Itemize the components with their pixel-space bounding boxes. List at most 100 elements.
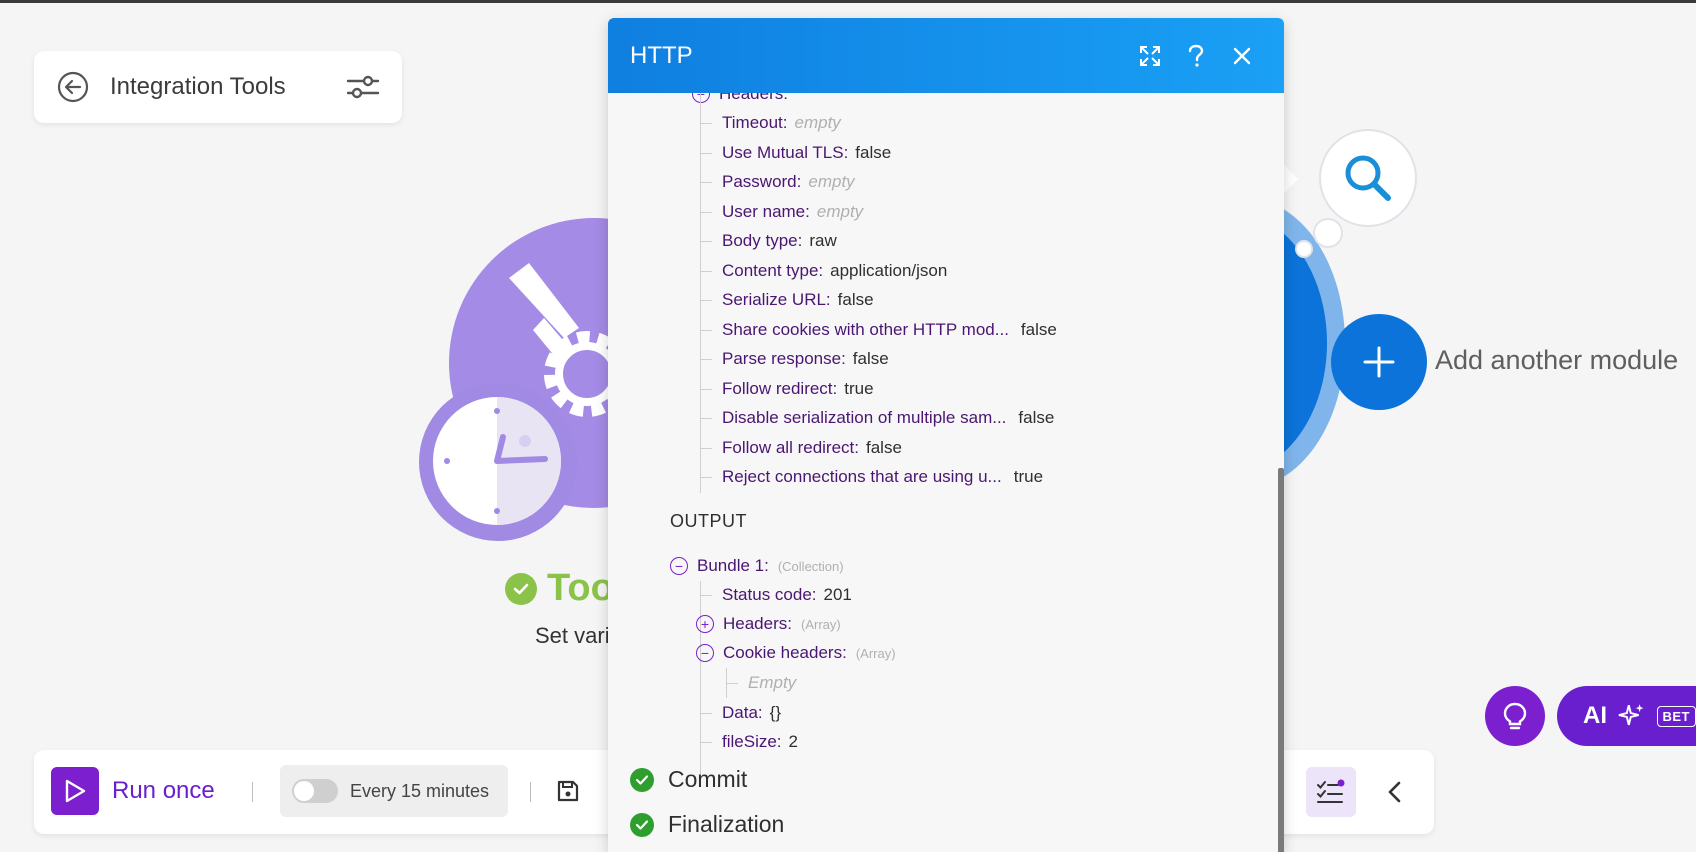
parameter-value: raw bbox=[809, 231, 837, 250]
dialog-scrollbar[interactable] bbox=[1278, 468, 1284, 852]
input-parameter-row: Follow all redirect: false bbox=[722, 433, 902, 463]
tree-tick bbox=[700, 418, 712, 419]
input-parameter-row: Serialize URL: false bbox=[722, 285, 874, 315]
input-parameter-row: Reject connections that are using u... tr… bbox=[722, 462, 1043, 492]
file-size-row: fileSize: 2 bbox=[722, 732, 798, 751]
parameter-key: Timeout: bbox=[722, 113, 788, 132]
cookie-headers-empty: Empty bbox=[748, 673, 797, 692]
run-once-button[interactable] bbox=[51, 767, 99, 815]
schedule-switch[interactable] bbox=[292, 779, 338, 803]
tree-tick bbox=[700, 477, 712, 478]
tree-tick bbox=[700, 182, 712, 183]
tree-tick bbox=[700, 359, 712, 360]
module-name-label: Too bbox=[505, 567, 614, 610]
headers-output-row: + Headers: (Array) bbox=[696, 609, 841, 639]
success-check-icon bbox=[630, 812, 654, 837]
back-arrow-icon[interactable] bbox=[56, 70, 90, 104]
parameter-key: Reject connections that are using u... bbox=[722, 467, 1002, 486]
toolbar-divider bbox=[530, 782, 531, 802]
parameter-key: User name: bbox=[722, 201, 810, 221]
input-parameter-row: Timeout: empty bbox=[722, 108, 841, 138]
input-parameter-row: Use Mutual TLS: false bbox=[722, 138, 891, 168]
collapse-toggle-icon[interactable]: − bbox=[670, 557, 688, 575]
parameter-value: false bbox=[855, 142, 892, 162]
input-parameter-row: Content type: application/json bbox=[722, 256, 947, 286]
parameter-key: Serialize URL: bbox=[722, 290, 831, 309]
http-dialog: HTTP − Headers: Timeout: empty Use Mutual … bbox=[608, 18, 1284, 852]
bubble-pointer bbox=[1284, 165, 1298, 193]
parameter-value: application/json bbox=[830, 260, 948, 280]
ai-assistant-button[interactable]: AI BET bbox=[1557, 686, 1696, 746]
input-parameter-row: Share cookies with other HTTP mod... fals… bbox=[722, 315, 1057, 345]
run-once-label[interactable]: Run once bbox=[112, 777, 215, 805]
parameter-key: Content type: bbox=[722, 260, 824, 280]
tree-tick bbox=[700, 211, 712, 213]
tree-tick bbox=[700, 329, 712, 331]
scenario-title[interactable]: Integration Tools bbox=[110, 73, 346, 101]
top-border bbox=[0, 0, 1696, 3]
add-module-label[interactable]: Add another module bbox=[1435, 345, 1678, 376]
dialog-body: − Headers: Timeout: empty Use Mutual TLS: f… bbox=[608, 93, 1284, 852]
parameter-key: Body type: bbox=[722, 231, 803, 250]
lightbulb-icon bbox=[1503, 702, 1527, 730]
data-row: Data: {} bbox=[722, 703, 781, 722]
parameter-value: false bbox=[837, 290, 874, 309]
plus-icon bbox=[1363, 346, 1395, 378]
hint-button[interactable] bbox=[1485, 686, 1545, 746]
cookie-headers-row: − Cookie headers: (Array) bbox=[696, 638, 896, 668]
phase-commit: Commit bbox=[630, 766, 747, 793]
tree-tick bbox=[726, 683, 738, 684]
parameter-value: empty bbox=[816, 201, 864, 221]
checklist-icon bbox=[1317, 779, 1345, 803]
parameter-value: empty bbox=[808, 172, 855, 191]
parameter-key: Disable serialization of multiple sam... bbox=[722, 408, 1007, 427]
expand-toggle-icon[interactable]: + bbox=[696, 615, 714, 633]
parameter-key: Password: bbox=[722, 172, 802, 191]
tree-tick bbox=[700, 241, 712, 242]
schedule-label: Every 15 minutes bbox=[350, 780, 490, 801]
parameter-value: false bbox=[852, 349, 889, 368]
tree-tick bbox=[700, 123, 712, 124]
parameter-value: false bbox=[866, 437, 902, 457]
toolbar-divider bbox=[252, 782, 253, 802]
save-button[interactable] bbox=[553, 776, 583, 806]
collapse-toggle-icon[interactable]: − bbox=[696, 644, 714, 662]
input-parameter-row: User name: empty bbox=[722, 197, 863, 227]
input-parameter-row: Parse response: false bbox=[722, 344, 889, 374]
schedule-clock-badge[interactable] bbox=[419, 383, 577, 541]
search-bubble[interactable] bbox=[1319, 129, 1417, 227]
input-parameter-row: Disable serialization of multiple sam...… bbox=[722, 403, 1054, 433]
input-parameter-row: Body type: raw bbox=[722, 226, 837, 256]
parameter-value: true bbox=[844, 378, 874, 398]
close-icon[interactable] bbox=[1222, 36, 1262, 76]
save-icon bbox=[557, 780, 579, 802]
schedule-toggle[interactable]: Every 15 minutes bbox=[280, 765, 508, 817]
settings-sliders-icon[interactable] bbox=[346, 70, 380, 104]
collapse-toggle-icon[interactable]: − bbox=[692, 93, 710, 103]
success-check-icon bbox=[630, 767, 654, 792]
dialog-header: HTTP bbox=[608, 18, 1284, 93]
tree-tick bbox=[700, 388, 712, 390]
tree-tick bbox=[700, 447, 712, 449]
add-module-button[interactable] bbox=[1331, 314, 1427, 410]
search-icon bbox=[1345, 155, 1391, 201]
ai-label: AI bbox=[1583, 702, 1607, 729]
parameter-key: Use Mutual TLS: bbox=[722, 142, 849, 162]
help-icon[interactable] bbox=[1176, 36, 1216, 76]
chevron-left-icon[interactable] bbox=[1377, 774, 1413, 810]
parameter-key: Parse response: bbox=[722, 349, 846, 368]
checklist-button[interactable] bbox=[1306, 767, 1356, 817]
thought-bubble-medium bbox=[1313, 218, 1343, 248]
input-parameter-row: Follow redirect: true bbox=[722, 374, 874, 404]
parameter-value: empty bbox=[794, 113, 841, 132]
expand-icon[interactable] bbox=[1130, 36, 1170, 76]
tree-tick bbox=[700, 742, 712, 743]
thought-bubble-small bbox=[1295, 240, 1313, 258]
phase-finalization: Finalization bbox=[630, 811, 784, 838]
tree-tick bbox=[700, 595, 712, 596]
success-check-icon bbox=[505, 572, 537, 605]
parameter-key: Share cookies with other HTTP mod... bbox=[722, 319, 1009, 339]
dialog-title: HTTP bbox=[630, 41, 693, 69]
scenario-header: Integration Tools bbox=[34, 51, 402, 123]
sparkles-icon bbox=[1618, 704, 1644, 726]
